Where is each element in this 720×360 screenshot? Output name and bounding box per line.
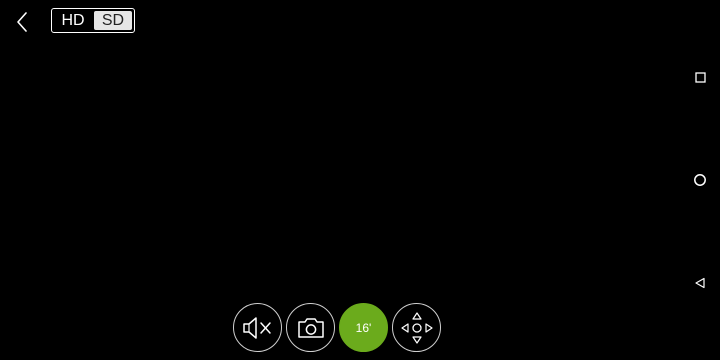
control-bar: 16' bbox=[233, 303, 441, 353]
home-button[interactable] bbox=[693, 173, 707, 187]
quality-hd-option[interactable]: HD bbox=[54, 11, 92, 30]
timer-label: 16' bbox=[355, 320, 372, 335]
circle-icon bbox=[694, 174, 706, 186]
chevron-left-icon bbox=[17, 12, 27, 32]
back-button[interactable] bbox=[10, 8, 34, 36]
system-nav-bar bbox=[680, 0, 720, 360]
square-icon bbox=[694, 71, 706, 83]
recent-apps-button[interactable] bbox=[693, 70, 707, 84]
camera-icon bbox=[297, 317, 324, 338]
mute-button[interactable] bbox=[233, 303, 282, 352]
direction-pad-icon bbox=[400, 311, 433, 344]
record-timer-button[interactable]: 16' bbox=[339, 303, 388, 352]
triangle-left-icon bbox=[695, 277, 705, 289]
quality-toggle: HD SD bbox=[51, 8, 135, 33]
ptz-control-button[interactable] bbox=[392, 303, 441, 352]
system-back-button[interactable] bbox=[693, 276, 707, 290]
speaker-muted-icon bbox=[242, 316, 271, 339]
quality-sd-option[interactable]: SD bbox=[94, 11, 132, 30]
snapshot-button[interactable] bbox=[286, 303, 335, 352]
